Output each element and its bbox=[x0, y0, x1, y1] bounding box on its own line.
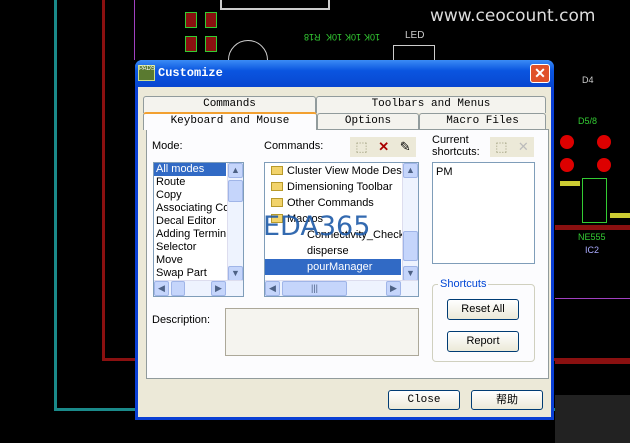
commands-toolbar: ⬚ ✕ ✎ bbox=[350, 137, 416, 157]
report-button[interactable]: Report bbox=[447, 331, 519, 352]
pcb-label: LED bbox=[405, 30, 425, 41]
description-label: Description: bbox=[152, 314, 211, 326]
pcb-label: D5/8 bbox=[578, 116, 598, 126]
title-bar[interactable]: PADS Customize ✕ bbox=[135, 60, 554, 87]
pcb-label: D4 bbox=[582, 75, 594, 85]
customize-dialog: PADS Customize ✕ Commands Toolbars and M… bbox=[135, 60, 554, 420]
current-shortcuts-list[interactable]: PM bbox=[432, 162, 535, 264]
command-item[interactable]: Cluster View Mode Desi bbox=[265, 163, 405, 179]
command-item[interactable]: Dimensioning Toolbar bbox=[265, 179, 401, 195]
close-button[interactable]: Close bbox=[388, 390, 460, 410]
pcb-label: 10K bbox=[326, 32, 343, 42]
horizontal-scrollbar[interactable]: ◀ ▶ bbox=[154, 280, 243, 296]
command-item[interactable]: Other Commands bbox=[265, 195, 401, 211]
command-label: Cluster View Mode Desi bbox=[287, 165, 405, 177]
edit-pencil-icon[interactable]: ✎ bbox=[400, 139, 411, 155]
tab-options[interactable]: Options bbox=[317, 113, 419, 130]
commands-list[interactable]: Cluster View Mode Desi Dimensioning Toolb… bbox=[264, 162, 419, 297]
command-item[interactable]: pourManager bbox=[265, 259, 401, 275]
scroll-thumb[interactable]: ||| bbox=[282, 281, 347, 296]
mode-list[interactable]: All modes Route Copy Associating Co Decal Ed… bbox=[153, 162, 244, 297]
command-label: pourManager bbox=[307, 261, 373, 273]
help-button[interactable]: 帮助 bbox=[471, 390, 543, 410]
keyboard-mouse-panel: Mode: All modes Route Copy Associating Co De… bbox=[146, 129, 549, 379]
mode-item[interactable]: Decal Editor bbox=[154, 215, 226, 228]
scroll-left-icon[interactable]: ◀ bbox=[265, 281, 280, 296]
scroll-thumb[interactable] bbox=[171, 281, 185, 296]
folder-icon bbox=[271, 166, 283, 175]
watermark-text: www.ceocount.com bbox=[430, 6, 596, 26]
horizontal-scrollbar[interactable]: ◀ ||| ▶ bbox=[265, 280, 418, 296]
pcb-label: 10K bbox=[345, 32, 362, 42]
tab-keyboard-and-mouse[interactable]: Keyboard and Mouse bbox=[143, 112, 317, 130]
tab-commands[interactable]: Commands bbox=[143, 96, 316, 113]
dialog-title: Customize bbox=[158, 66, 223, 80]
pcb-label: IC2 bbox=[585, 245, 600, 255]
tab-macro-files[interactable]: Macro Files bbox=[419, 113, 546, 130]
reset-all-button[interactable]: Reset All bbox=[447, 299, 519, 320]
vertical-scrollbar[interactable]: ▲ ▼ bbox=[402, 163, 418, 281]
scroll-down-icon[interactable]: ▼ bbox=[403, 266, 418, 281]
folder-icon bbox=[271, 182, 283, 191]
pads-app-icon: PADS bbox=[138, 65, 155, 81]
command-label: disperse bbox=[307, 245, 349, 257]
mode-item[interactable]: Associating Co bbox=[154, 202, 229, 215]
tab-toolbars-and-menus[interactable]: Toolbars and Menus bbox=[316, 96, 546, 113]
command-item[interactable]: disperse bbox=[265, 243, 401, 259]
description-box bbox=[225, 308, 419, 356]
shortcut-item[interactable]: PM bbox=[434, 166, 533, 179]
mode-item[interactable]: Adding Termin bbox=[154, 228, 226, 241]
close-icon[interactable]: ✕ bbox=[530, 64, 550, 83]
pcb-label: 10K bbox=[364, 32, 381, 42]
mode-item[interactable]: Swap Part bbox=[154, 267, 226, 280]
scroll-right-icon[interactable]: ▶ bbox=[386, 281, 401, 296]
shortcuts-group: Shortcuts Reset All Report bbox=[432, 278, 535, 362]
scroll-down-icon[interactable]: ▼ bbox=[228, 266, 243, 281]
current-shortcuts-label: Current shortcuts: bbox=[432, 134, 480, 158]
delete-shortcut-icon[interactable]: ✕ bbox=[518, 139, 529, 155]
mode-item[interactable]: Move bbox=[154, 254, 226, 267]
mode-item[interactable]: Route bbox=[154, 176, 226, 189]
scroll-up-icon[interactable]: ▲ bbox=[403, 163, 418, 178]
new-icon[interactable]: ⬚ bbox=[355, 139, 367, 155]
mode-label: Mode: bbox=[152, 140, 183, 152]
scroll-up-icon[interactable]: ▲ bbox=[228, 163, 243, 178]
scroll-thumb[interactable] bbox=[228, 180, 243, 202]
command-label: Dimensioning Toolbar bbox=[287, 181, 393, 193]
mode-item[interactable]: All modes bbox=[154, 163, 226, 176]
shortcuts-group-label: Shortcuts bbox=[438, 278, 489, 290]
vertical-scrollbar[interactable]: ▲ ▼ bbox=[227, 163, 243, 281]
pcb-label: NE555 bbox=[578, 232, 606, 242]
shortcuts-toolbar: ⬚ ✕ bbox=[490, 137, 534, 157]
commands-label: Commands: bbox=[264, 140, 324, 152]
scroll-left-icon[interactable]: ◀ bbox=[154, 281, 169, 296]
scroll-right-icon[interactable]: ▶ bbox=[211, 281, 226, 296]
folder-icon bbox=[271, 198, 283, 207]
mode-item[interactable]: Selector bbox=[154, 241, 226, 254]
command-label: Other Commands bbox=[287, 197, 374, 209]
eda365-logo-overlay: EDA365 bbox=[264, 211, 371, 242]
new-shortcut-icon[interactable]: ⬚ bbox=[495, 139, 507, 155]
pcb-label: R18 bbox=[304, 32, 321, 42]
delete-icon[interactable]: ✕ bbox=[378, 139, 389, 155]
scroll-thumb[interactable] bbox=[403, 231, 418, 261]
mode-item[interactable]: Copy bbox=[154, 189, 226, 202]
